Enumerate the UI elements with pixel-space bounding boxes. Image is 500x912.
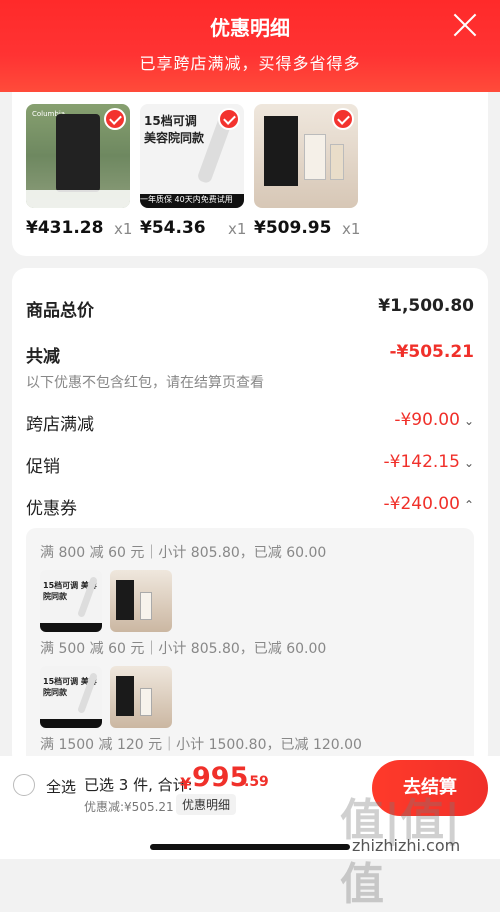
coupon-line: 满 1500 减 120 元｜小计 1500.80，已减 120.00 (40, 737, 362, 753)
selected-summary: 已选 3 件, 合计: (84, 776, 193, 794)
reduce-label: 共减 (26, 347, 60, 367)
perfume-bottle-image (330, 144, 344, 180)
total-value: ¥1,500.80 (378, 296, 474, 316)
chevron-down-icon[interactable]: ⌄ (464, 414, 474, 428)
product-price: ¥431.28 (26, 218, 104, 238)
cross-store-label: 跨店满减 (26, 415, 94, 435)
checkout-bar: 全选 已选 3 件, 合计: ¥ 995 .59 优惠减:¥505.21 优惠明… (0, 756, 500, 910)
reduce-row: 共减 -¥505.21 (26, 342, 474, 367)
watermark-url: zhizhizhi.com (352, 836, 461, 855)
price-summary-card: 商品总价 ¥1,500.80 共减 -¥505.21 以下优惠不包含红包，请在结… (12, 268, 488, 768)
total-label: 商品总价 (26, 301, 94, 321)
page-subtitle: 已享跨店满减，买得多省得多 (139, 54, 361, 73)
product-price: ¥509.95 (254, 218, 332, 238)
chevron-up-icon[interactable]: ⌃ (464, 498, 474, 512)
thumb-promo-text: 15档可调 美容院同款 (144, 114, 205, 145)
reduce-note: 以下优惠不包含红包，请在结算页查看 (26, 375, 264, 391)
product-item[interactable]: 15档可调 美容院同款 一年质保 40天内免费试用 ¥54.36 x1 (140, 104, 246, 238)
total-row: 商品总价 ¥1,500.80 (26, 296, 474, 321)
cross-store-row[interactable]: 跨店满减 -¥90.00 ⌄ (26, 410, 474, 435)
perfume-bottle-image (304, 134, 326, 180)
coupon-product-thumb (110, 570, 172, 632)
coupon-value: -¥240.00 (383, 494, 460, 514)
thumb-band: 一年质保 40天内免费试用 (140, 194, 244, 208)
total-integer: 995 (192, 762, 249, 793)
coupon-product-thumb: 15档可调 美容院同款 (40, 666, 102, 728)
product-item[interactable]: ¥509.95 x1 (254, 104, 360, 238)
discount-text: 优惠减:¥505.21 (84, 800, 174, 814)
header: 优惠明细 已享跨店满减，买得多省得多 (0, 0, 500, 92)
product-thumbnail: 15档可调 美容院同款 一年质保 40天内免费试用 (140, 104, 244, 208)
product-item[interactable]: Columbia ¥431.28 x1 (26, 104, 132, 238)
perfume-box-image (264, 116, 298, 186)
promo-label: 促销 (26, 457, 60, 477)
home-indicator (150, 844, 350, 850)
coupon-label: 优惠券 (26, 499, 77, 519)
reduce-value: -¥505.21 (389, 342, 475, 362)
product-qty: x1 (114, 220, 133, 238)
chevron-down-icon[interactable]: ⌄ (464, 456, 474, 470)
total-currency: ¥ (180, 774, 192, 793)
coupon-product-thumb (110, 666, 172, 728)
select-all-radio[interactable] (13, 774, 35, 796)
select-all-label[interactable]: 全选 (46, 776, 76, 797)
promo-value: -¥142.15 (383, 452, 460, 472)
promo-row[interactable]: 促销 -¥142.15 ⌄ (26, 452, 474, 477)
check-icon[interactable] (332, 108, 354, 130)
coupon-line: 满 800 减 60 元｜小计 805.80，已减 60.00 (40, 545, 327, 561)
coupon-line: 满 500 减 60 元｜小计 805.80，已减 60.00 (40, 641, 327, 657)
page-title: 优惠明细 (210, 16, 290, 40)
product-qty: x1 (228, 220, 247, 238)
coupon-product-thumb: 15档可调 美容院同款 (40, 570, 102, 632)
discount-detail-button[interactable]: 优惠明细 (176, 794, 237, 815)
check-icon[interactable] (218, 108, 240, 130)
cross-store-value: -¥90.00 (394, 410, 460, 430)
product-thumbnail (254, 104, 358, 208)
product-price: ¥54.36 (140, 218, 206, 238)
coupon-detail-box: 满 800 减 60 元｜小计 805.80，已减 60.00 15档可调 美容… (26, 528, 474, 768)
pants-image (56, 114, 100, 192)
product-qty: x1 (342, 220, 361, 238)
product-thumbnail: Columbia (26, 104, 130, 208)
thumb-bar (26, 190, 130, 208)
product-strip: Columbia ¥431.28 x1 15档可调 美容院同款 一年质保 40天… (12, 92, 488, 256)
check-icon[interactable] (104, 108, 126, 130)
total-decimal: .59 (244, 774, 269, 790)
coupon-row[interactable]: 优惠券 -¥240.00 ⌃ (26, 494, 474, 519)
close-icon[interactable] (452, 12, 478, 38)
